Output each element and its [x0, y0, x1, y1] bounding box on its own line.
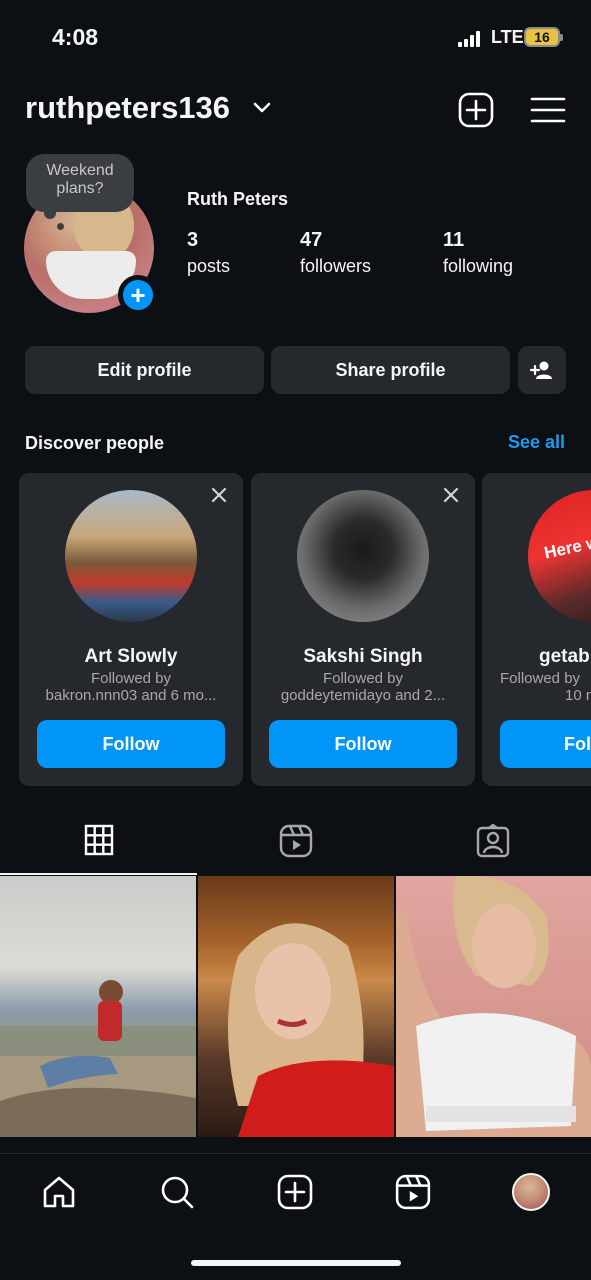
- suggestion-avatar[interactable]: Here w: [528, 490, 591, 622]
- home-indicator[interactable]: [191, 1260, 401, 1266]
- suggestion-mutuals: goddeytemidayo and 2...: [280, 687, 446, 704]
- add-story-button[interactable]: +: [118, 275, 158, 315]
- tagged-icon: [476, 824, 509, 858]
- nav-profile[interactable]: [511, 1172, 551, 1212]
- stat-posts-label: posts: [187, 256, 231, 276]
- stat-following[interactable]: 11 following: [443, 229, 513, 277]
- status-time: 4:08: [52, 24, 99, 50]
- suggestion-avatar[interactable]: [297, 490, 429, 622]
- share-profile-button[interactable]: Share profile: [271, 346, 510, 394]
- suggestion-card[interactable]: Sakshi Singh Followed by goddeytemidayo …: [251, 473, 475, 786]
- nav-search[interactable]: [157, 1172, 197, 1212]
- username[interactable]: ruthpeters136: [25, 90, 230, 126]
- profile-avatar-icon: [512, 1173, 550, 1211]
- reels-icon: [395, 1174, 431, 1210]
- follow-button-label: Fol: [564, 733, 591, 754]
- search-icon: [161, 1176, 194, 1209]
- discover-people-title: Discover people: [25, 433, 165, 453]
- display-name: Ruth Peters: [187, 189, 289, 209]
- battery-icon: 16: [524, 27, 563, 47]
- suggestion-mutuals: bakron.nnn03 and 6 mo...: [45, 687, 217, 704]
- suggestion-card[interactable]: Art Slowly Followed by bakron.nnn03 and …: [19, 473, 243, 786]
- stat-following-label: following: [443, 256, 514, 276]
- suggestion-mutuals: 10 n: [565, 687, 591, 704]
- tab-reels[interactable]: [197, 817, 394, 875]
- note-bubble-tail-small: [57, 223, 64, 230]
- note-bubble[interactable]: Weekend plans?: [26, 154, 134, 212]
- signal-icon: [458, 31, 480, 47]
- suggestion-followed-by: Followed by: [500, 670, 581, 687]
- stat-followers-count: 47: [300, 229, 323, 251]
- suggestion-name[interactable]: Sakshi Singh: [251, 646, 475, 668]
- chevron-down-icon[interactable]: [253, 102, 271, 114]
- content-tabs: [0, 817, 591, 875]
- stat-following-count: 11: [443, 229, 465, 251]
- follow-button[interactable]: Fol: [500, 720, 591, 768]
- stat-followers[interactable]: 47 followers: [300, 229, 371, 277]
- reels-icon: [279, 824, 312, 858]
- active-tab-indicator: [0, 873, 197, 875]
- post-thumbnail[interactable]: [198, 876, 394, 1137]
- suggestion-card-partial[interactable]: Here w getab Followed by 10 n Fol: [482, 473, 591, 786]
- follow-button[interactable]: Follow: [269, 720, 457, 768]
- follow-button[interactable]: Follow: [37, 720, 225, 768]
- note-bubble-tail: [44, 207, 56, 219]
- avatar-overlay-text: Here w: [542, 532, 591, 563]
- nav-home[interactable]: [39, 1172, 79, 1212]
- discover-people-button[interactable]: [518, 346, 566, 394]
- close-icon[interactable]: [443, 487, 459, 503]
- post-image-rock-sitting: [0, 980, 196, 1137]
- nav-create[interactable]: [275, 1172, 315, 1212]
- suggestion-followed-by: Followed by: [322, 670, 404, 687]
- post-thumbnail[interactable]: [396, 876, 591, 1137]
- posts-grid: [0, 876, 591, 1137]
- suggestion-avatar[interactable]: [65, 490, 197, 622]
- see-all-link[interactable]: See all: [508, 432, 565, 453]
- hamburger-menu-icon[interactable]: [530, 92, 566, 128]
- tab-posts[interactable]: [0, 817, 197, 875]
- grid-icon: [84, 824, 113, 856]
- profile-header: ruthpeters136: [0, 86, 591, 136]
- suggestion-name[interactable]: getab: [539, 646, 590, 668]
- suggestion-followed-by: Followed by: [90, 670, 172, 687]
- close-icon[interactable]: [211, 487, 227, 503]
- stat-posts-count: 3: [187, 229, 199, 251]
- battery-level: 16: [534, 29, 550, 45]
- post-image-white-top: [396, 876, 591, 1137]
- nav-reels[interactable]: [393, 1172, 433, 1212]
- create-post-icon[interactable]: [458, 92, 494, 128]
- stat-followers-label: followers: [300, 256, 372, 276]
- post-thumbnail[interactable]: [0, 876, 196, 1137]
- add-person-icon: [530, 361, 552, 379]
- network-type: LTE: [491, 27, 524, 47]
- tab-tagged[interactable]: [394, 817, 591, 875]
- edit-profile-button[interactable]: Edit profile: [25, 346, 264, 394]
- create-icon: [277, 1174, 313, 1210]
- stat-posts[interactable]: 3 posts: [187, 229, 230, 277]
- suggestion-name[interactable]: Art Slowly: [19, 646, 243, 668]
- post-image-blonde-red: [228, 923, 394, 1137]
- home-icon: [43, 1176, 75, 1208]
- status-bar: 4:08 LTE 16: [0, 0, 591, 70]
